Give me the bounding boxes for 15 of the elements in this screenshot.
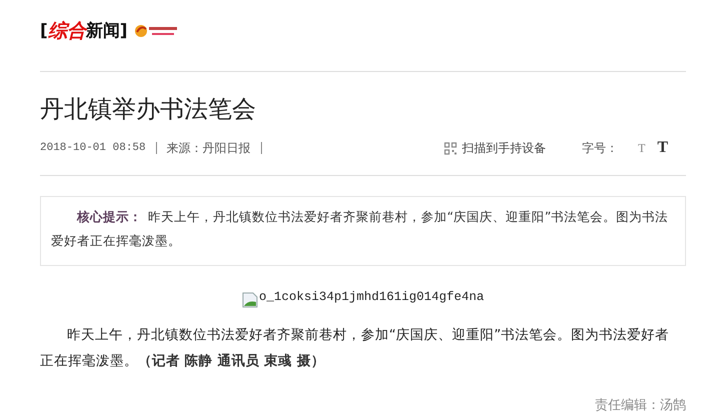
scan-link[interactable]: 扫描到手持设备 xyxy=(462,140,546,156)
article-title: 丹北镇举办书法笔会 xyxy=(40,94,257,125)
source-label: 来源：丹阳日报 xyxy=(166,140,251,156)
qr-code-icon[interactable] xyxy=(444,142,457,154)
larger-font-button[interactable]: T xyxy=(657,139,668,157)
image-alt-text: o_1coksi34p1jmhd161ig014gfe4na xyxy=(258,290,484,304)
broken-image-icon xyxy=(242,292,258,308)
article-paragraph: 昨天上午，丹北镇数位书法爱好者齐聚前巷村，参加“庆国庆、迎重阳”书法笔会。图为书法爱好者正在挥毫泼墨。（记者 陈静 通讯员 束彧 摄） xyxy=(40,326,670,371)
smaller-font-button[interactable]: T xyxy=(638,141,646,156)
font-size-label: 字号： xyxy=(582,140,618,156)
summary-text: 核心提示： 昨天上午，丹北镇数位书法爱好者齐聚前巷村，参加“庆国庆、迎重阳”书法笔会。图为书法爱好者正在挥毫泼墨。 xyxy=(51,208,670,250)
logo-icon xyxy=(134,22,178,38)
publish-time: 2018-10-01 08:58 xyxy=(40,142,146,154)
editor-credit: 责任编辑：汤鹄 xyxy=(594,397,686,414)
site-logo[interactable]: [综合新闻] xyxy=(40,18,128,44)
